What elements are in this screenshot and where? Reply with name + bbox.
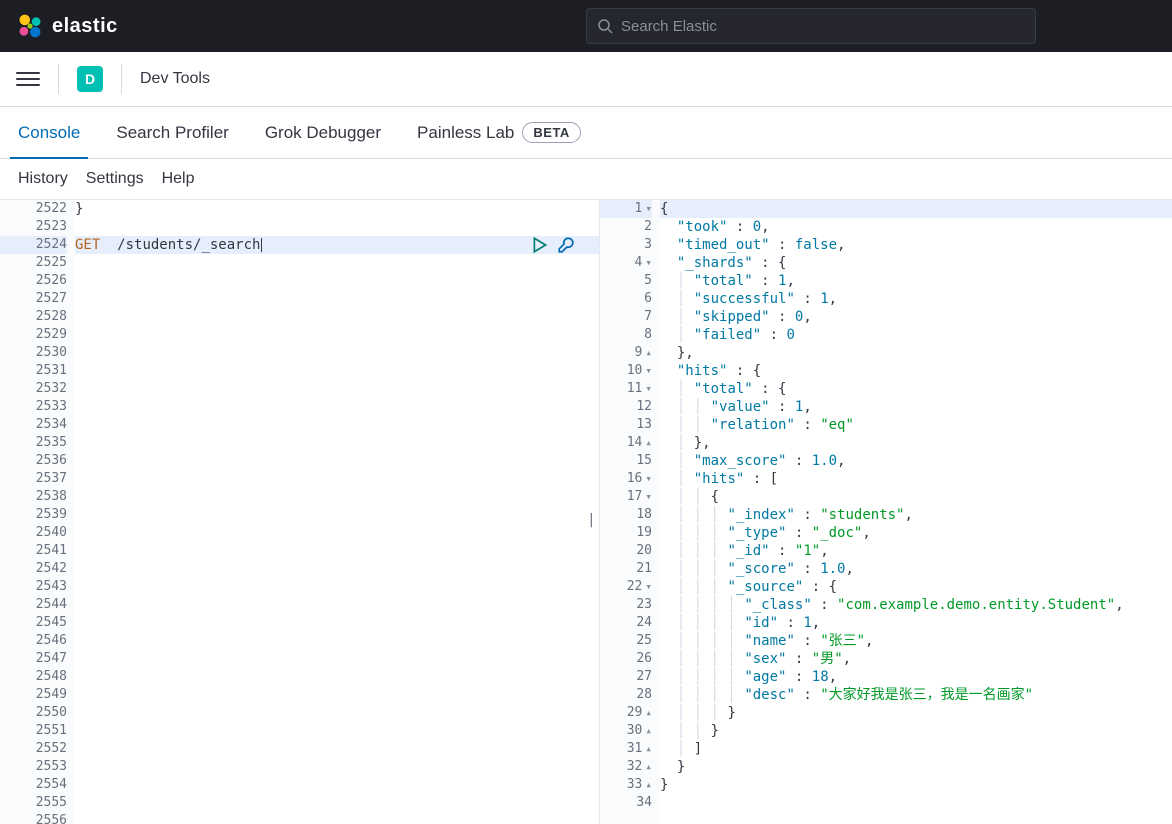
tool-tabs: Console Search Profiler Grok Debugger Pa… [0, 107, 1172, 159]
tab-search-profiler[interactable]: Search Profiler [116, 107, 228, 158]
subtab-settings[interactable]: Settings [86, 170, 144, 188]
search-box[interactable] [586, 8, 1036, 44]
page-title: Dev Tools [140, 70, 210, 88]
tab-grok-debugger[interactable]: Grok Debugger [265, 107, 381, 158]
play-icon[interactable] [531, 236, 549, 254]
search-input[interactable] [621, 18, 1025, 35]
subtab-help[interactable]: Help [162, 170, 195, 188]
request-actions [531, 236, 575, 254]
menu-toggle-icon[interactable] [16, 67, 40, 91]
beta-badge: BETA [522, 122, 580, 143]
global-search [586, 8, 1036, 44]
elastic-logo-icon [16, 12, 44, 40]
subtab-history[interactable]: History [18, 170, 68, 188]
tab-painless-label: Painless Lab [417, 123, 514, 143]
logo[interactable]: elastic [16, 12, 118, 40]
editor-area: 2522252325242525252625272528252925302531… [0, 199, 1172, 824]
divider [121, 64, 122, 94]
divider [58, 64, 59, 94]
search-icon [597, 18, 613, 34]
response-gutter: 1▾234▾56789▴10▾11▾121314▴1516▾17▾1819202… [600, 200, 660, 824]
app-badge[interactable]: D [77, 66, 103, 92]
pane-splitter-icon[interactable]: || [587, 512, 600, 528]
tab-painless-lab[interactable]: Painless Lab BETA [417, 107, 581, 158]
console-subtabs: History Settings Help [0, 159, 1172, 199]
request-editor[interactable]: }GET /students/_search [75, 200, 599, 824]
wrench-icon[interactable] [557, 236, 575, 254]
response-pane[interactable]: 1▾234▾56789▴10▾11▾121314▴1516▾17▾1819202… [600, 200, 1172, 824]
brand-name: elastic [52, 15, 118, 38]
request-gutter: 2522252325242525252625272528252925302531… [0, 200, 75, 824]
request-pane[interactable]: 2522252325242525252625272528252925302531… [0, 200, 600, 824]
top-header: elastic [0, 0, 1172, 52]
tab-console[interactable]: Console [18, 107, 80, 158]
sub-header: D Dev Tools [0, 52, 1172, 107]
response-viewer[interactable]: { "took" : 0, "timed_out" : false, "_sha… [660, 200, 1172, 824]
